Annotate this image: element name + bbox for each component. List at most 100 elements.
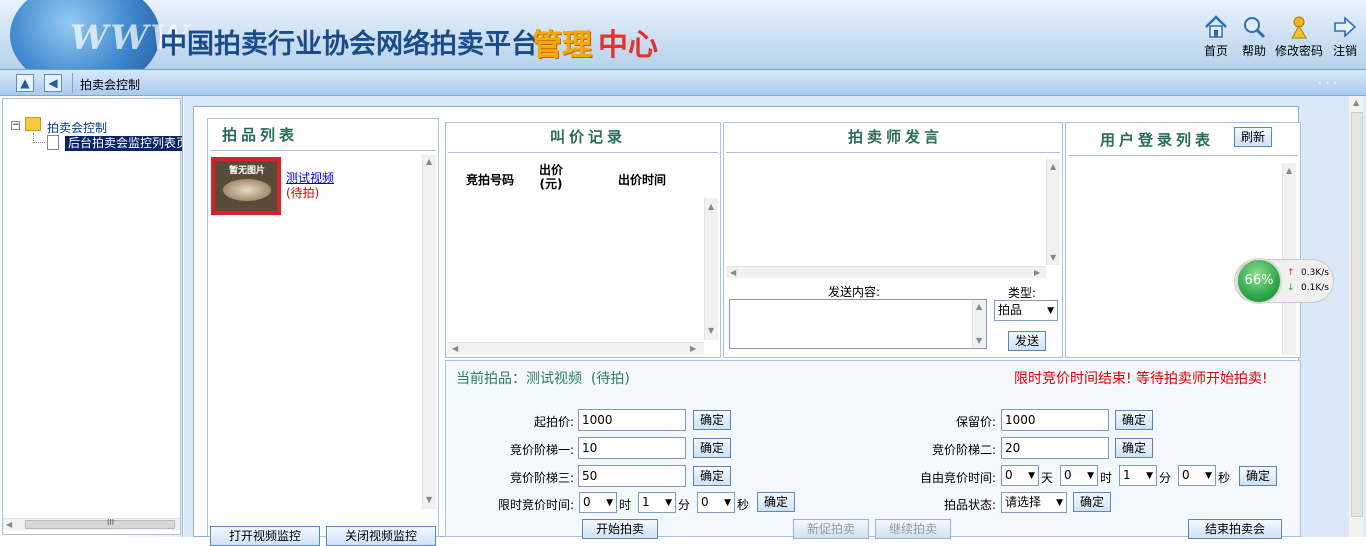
- col-bid-amount: 出价 (元): [539, 163, 564, 191]
- unit-hour: 时: [619, 498, 632, 512]
- step2-input[interactable]: 20: [1001, 437, 1109, 459]
- type-label: 类型:: [1008, 286, 1037, 300]
- start-price-input[interactable]: 1000: [578, 409, 686, 431]
- help-icon: [1241, 14, 1267, 40]
- reserve-price-label: 保留价:: [955, 415, 996, 429]
- app-title-accent-2: 中心: [598, 28, 658, 63]
- limit-seconds-select[interactable]: 0: [697, 492, 735, 513]
- lots-v-scrollbar[interactable]: ▲ ▼: [422, 155, 436, 509]
- nav-tab-auction-control[interactable]: 拍卖会控制: [80, 76, 140, 93]
- unit-hour: 时: [1100, 471, 1113, 485]
- send-button[interactable]: 发送: [1008, 331, 1046, 351]
- divider: [448, 152, 718, 153]
- help-button[interactable]: 帮助: [1239, 14, 1269, 59]
- page-icon: [47, 135, 59, 150]
- type-select[interactable]: 拍品: [994, 300, 1058, 321]
- reserve-price-confirm[interactable]: 确定: [1115, 410, 1153, 430]
- lot-status-select[interactable]: 请选择: [1001, 492, 1067, 513]
- lots-title: 拍品列表: [222, 126, 299, 144]
- step3-confirm[interactable]: 确定: [693, 466, 731, 486]
- collapse-icon[interactable]: −: [11, 121, 20, 130]
- logout-icon: [1332, 14, 1358, 40]
- free-time-confirm[interactable]: 确定: [1239, 466, 1277, 486]
- unit-day: 天: [1041, 471, 1054, 485]
- free-hours-select[interactable]: 0: [1060, 465, 1098, 486]
- control-panel: 当前拍品：测试视频 (待拍) 限时竞价时间结束! 等待拍卖师开始拍卖! 起拍价:…: [445, 360, 1301, 539]
- users-panel: 用户登录列表 刷新 ▲: [1065, 122, 1301, 358]
- col-bid-time: 出价时间: [618, 173, 667, 187]
- unit-min: 分: [1159, 471, 1172, 485]
- upload-speed: 0.3K/s: [1301, 268, 1329, 278]
- free-seconds-select[interactable]: 0: [1178, 465, 1216, 486]
- tree-panel: − 拍卖会控制 后台拍卖会监控列表页 ◀ III: [2, 98, 182, 535]
- step1-confirm[interactable]: 确定: [693, 438, 731, 458]
- thumb-text: 暂无图片: [229, 166, 266, 176]
- logout-button[interactable]: 注销: [1330, 14, 1360, 59]
- download-speed: 0.1K/s: [1301, 283, 1329, 293]
- refresh-button[interactable]: 刷新: [1234, 127, 1272, 147]
- step2-confirm[interactable]: 确定: [1115, 438, 1153, 458]
- messages-v-scrollbar[interactable]: ▲ ▼: [1046, 159, 1060, 265]
- new-auction-button[interactable]: 新促拍卖: [793, 519, 869, 539]
- start-price-label: 起拍价:: [533, 415, 574, 429]
- sidebar-h-scrollbar[interactable]: ◀ III: [3, 518, 180, 530]
- tree-line: [33, 133, 45, 143]
- widget-percent: 66%: [1236, 258, 1282, 304]
- unit-sec: 秒: [737, 498, 750, 512]
- start-auction-button[interactable]: 开始拍卖: [582, 519, 658, 539]
- app-title: 中国拍卖行业协会网络拍卖平台: [160, 29, 538, 60]
- end-auction-button[interactable]: 结束拍卖会: [1188, 519, 1282, 539]
- bid-h-scrollbar[interactable]: ◀ ▶: [448, 342, 704, 354]
- home-button[interactable]: 首页: [1201, 14, 1231, 59]
- free-time-label: 自由竞价时间:: [919, 471, 996, 485]
- messages-h-scrollbar[interactable]: ◀ ▶: [726, 266, 1046, 278]
- change-password-button[interactable]: 修改密码: [1273, 14, 1325, 59]
- open-video-button[interactable]: 打开视频监控: [210, 526, 320, 546]
- main-v-scrollbar[interactable]: ▲: [1348, 96, 1364, 537]
- col-bidder-no: 竞拍号码: [466, 173, 515, 187]
- limit-minutes-select[interactable]: 1: [638, 492, 676, 513]
- home-label: 首页: [1203, 44, 1228, 58]
- lot-thumbnail[interactable]: 暂无图片: [211, 157, 281, 215]
- tree-child-selected[interactable]: 后台拍卖会监控列表页: [65, 136, 182, 151]
- network-widget[interactable]: 66% ↑ 0.3K/s ↓ 0.1K/s: [1234, 258, 1334, 304]
- bid-records-title: 叫价记录: [550, 128, 627, 146]
- close-video-button[interactable]: 关闭视频监控: [326, 526, 436, 546]
- current-lot: 当前拍品：测试视频 (待拍): [456, 371, 630, 387]
- continue-auction-button[interactable]: 继续拍卖: [875, 519, 951, 539]
- auctioneer-title: 拍卖师发言: [848, 128, 944, 146]
- divider: [1068, 155, 1298, 156]
- users-title: 用户登录列表: [1100, 131, 1215, 149]
- step3-label: 竞价阶梯三:: [509, 471, 574, 485]
- help-label: 帮助: [1241, 44, 1266, 58]
- send-content-input[interactable]: ▲ ▼: [729, 299, 987, 349]
- tree-root[interactable]: 拍卖会控制: [47, 119, 107, 136]
- limit-time-confirm[interactable]: 确定: [757, 492, 795, 512]
- back-arrow-icon[interactable]: ◀: [44, 74, 62, 92]
- bid-v-scrollbar[interactable]: ▲ ▼: [704, 198, 718, 340]
- home-icon: [1203, 14, 1229, 40]
- free-minutes-select[interactable]: 1: [1119, 465, 1157, 486]
- limit-hours-select[interactable]: 0: [579, 492, 617, 513]
- send-content-label: 发送内容:: [828, 285, 881, 299]
- auctioneer-messages: [726, 155, 1048, 267]
- divider: [726, 152, 1060, 153]
- step3-input[interactable]: 50: [578, 465, 686, 487]
- nav-bar: ▲ ◀ 拍卖会控制 · · ·: [0, 70, 1366, 96]
- step1-input[interactable]: 10: [578, 437, 686, 459]
- header-banner: WWW 中国拍卖行业协会网络拍卖平台 管理 中心 首页 帮助 修改密码 注销: [0, 0, 1366, 70]
- thumb-image: [223, 179, 271, 201]
- divider: [210, 150, 436, 151]
- limit-time-label: 限时竞价时间:: [497, 498, 574, 512]
- app-title-accent-1: 管理: [532, 28, 592, 63]
- key-icon: [1286, 14, 1312, 40]
- lot-status: (待拍): [286, 186, 320, 200]
- folder-icon: [25, 117, 41, 131]
- reserve-price-input[interactable]: 1000: [1001, 409, 1109, 431]
- down-arrow-icon: ↓: [1287, 283, 1295, 293]
- free-days-select[interactable]: 0: [1001, 465, 1039, 486]
- unit-min: 分: [678, 498, 691, 512]
- lot-status-confirm[interactable]: 确定: [1073, 492, 1111, 512]
- start-price-confirm[interactable]: 确定: [693, 410, 731, 430]
- up-arrow-icon[interactable]: ▲: [16, 74, 34, 92]
